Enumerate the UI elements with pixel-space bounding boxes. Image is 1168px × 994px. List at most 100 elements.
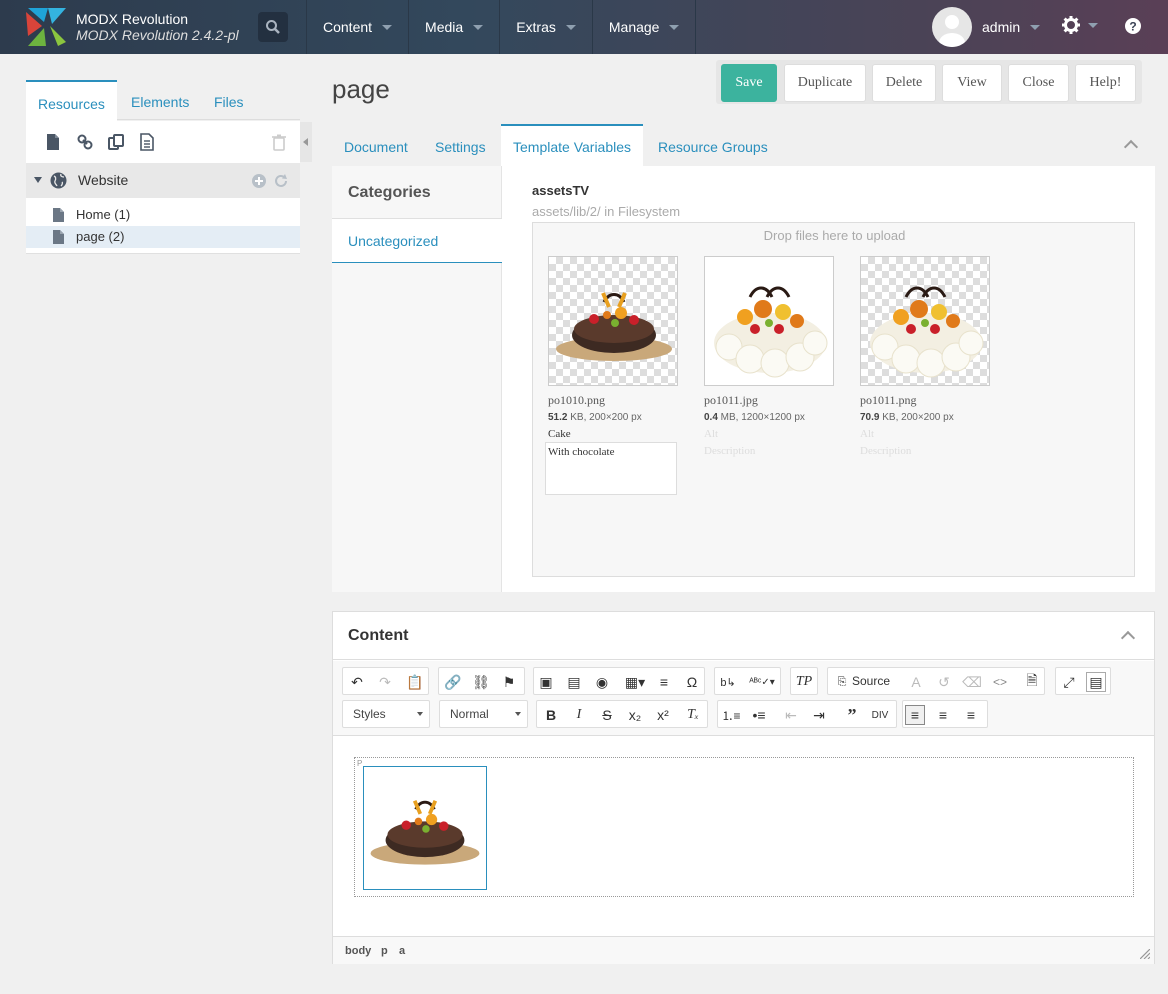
delete-button[interactable]: Delete	[872, 64, 936, 102]
tab-template-variables[interactable]: Template Variables	[501, 124, 644, 166]
tab-settings[interactable]: Settings	[423, 124, 498, 166]
align-right-icon[interactable]: ≡	[961, 705, 981, 725]
link-icon[interactable]: 🔗	[443, 672, 463, 692]
div-container-icon[interactable]: DIV	[870, 705, 890, 725]
numbered-list-icon[interactable]: ⒈≡	[721, 705, 741, 725]
symlink-icon[interactable]	[107, 133, 125, 151]
file-dropzone[interactable]: Drop files here to upload po1010.png 51.…	[532, 222, 1135, 577]
horizontal-rule-icon[interactable]: ≡	[654, 672, 674, 692]
bold-icon[interactable]: B	[541, 705, 561, 725]
tab-elements[interactable]: Elements	[119, 80, 201, 121]
path-body[interactable]: body	[345, 945, 371, 957]
username: admin	[982, 19, 1021, 35]
file-meta: 70.9 KB, 200×200 px	[860, 412, 954, 423]
typography-icon[interactable]: TP	[794, 672, 814, 692]
modx-logo-icon[interactable]	[24, 6, 68, 48]
special-char-icon[interactable]: Ω	[682, 672, 702, 692]
file-thumbnail[interactable]	[860, 256, 990, 386]
remove-format-icon[interactable]: Tₓ	[683, 705, 703, 725]
description-input[interactable]: Description	[704, 445, 755, 457]
tab-document[interactable]: Document	[332, 124, 420, 166]
user-menu[interactable]: admin	[932, 7, 1041, 47]
close-button[interactable]: Close	[1008, 64, 1069, 102]
category-uncategorized[interactable]: Uncategorized	[332, 219, 502, 263]
editor-body[interactable]: P	[354, 757, 1134, 897]
nav-label: Manage	[608, 19, 660, 35]
tab-files[interactable]: Files	[202, 80, 256, 121]
tree-node-website[interactable]: Website	[26, 163, 300, 198]
nav-extras[interactable]: Extras	[499, 0, 592, 54]
maximize-icon[interactable]: ⤢	[1059, 672, 1079, 692]
collapse-sidebar-handle[interactable]	[300, 122, 312, 162]
anchor-flag-icon[interactable]: ⚑	[499, 672, 519, 692]
help-button[interactable]: ?	[1124, 17, 1142, 38]
path-p[interactable]: p	[381, 945, 388, 957]
duplicate-button[interactable]: Duplicate	[784, 64, 866, 102]
source-icon[interactable]: ⎘	[832, 672, 852, 692]
collapse-content-chevron-icon[interactable]	[1120, 630, 1136, 646]
file-thumbnail[interactable]	[548, 256, 678, 386]
tree-node-home[interactable]: Home (1)	[26, 204, 300, 226]
tab-resource-groups[interactable]: Resource Groups	[646, 124, 780, 166]
add-circle-icon[interactable]	[252, 174, 266, 188]
description-input[interactable]: Description	[860, 445, 911, 457]
bulleted-list-icon[interactable]: •≡	[749, 705, 769, 725]
content-editor-panel: Content ↶ ↷ 📋 🔗 ⛓ ⚑ ▣ ▤ ◉ ▦▾ ≡ Ω b↳ ᴬᴮᶜ✓…	[332, 611, 1155, 964]
compass-icon[interactable]: ◉	[592, 672, 612, 692]
help-page-button[interactable]: Help!	[1075, 64, 1136, 102]
source-label[interactable]: Source	[852, 674, 890, 688]
italic-icon[interactable]: I	[569, 705, 589, 725]
brand: MODX Revolution MODX Revolution 2.4.2-pl	[76, 11, 239, 43]
show-blocks-icon[interactable]: ▤	[1086, 672, 1106, 692]
strikethrough-icon[interactable]: S	[597, 705, 617, 725]
embedded-image[interactable]	[363, 766, 487, 890]
outdent-icon[interactable]: ⇤	[781, 705, 801, 725]
alt-input[interactable]: Alt	[704, 428, 718, 440]
alt-input[interactable]: Cake	[548, 428, 571, 440]
save-button[interactable]: Save	[721, 64, 777, 102]
styles-select[interactable]: Styles	[342, 700, 430, 728]
weblink-icon[interactable]	[76, 133, 94, 151]
format-select[interactable]: Normal	[439, 700, 528, 728]
tree-node-page[interactable]: page (2)	[26, 226, 300, 248]
trash-icon[interactable]	[270, 133, 288, 151]
preview-icon[interactable]: 🗎	[1022, 672, 1042, 692]
toolbar-group-align: ≡ ≡ ≡	[902, 700, 988, 728]
image-icon[interactable]: ▣	[536, 672, 556, 692]
nav-media[interactable]: Media	[408, 0, 499, 54]
align-center-icon[interactable]: ≡	[933, 705, 953, 725]
redo-icon[interactable]: ↷	[375, 672, 395, 692]
paste-text-icon[interactable]: A	[906, 672, 926, 692]
find-replace-icon[interactable]: b↳	[718, 672, 738, 692]
clean-icon[interactable]: ⌫	[962, 672, 982, 692]
static-resource-icon[interactable]	[138, 133, 156, 151]
view-button[interactable]: View	[942, 64, 1002, 102]
undo-alt-icon[interactable]: ↺	[934, 672, 954, 692]
blockquote-icon[interactable]: ”	[842, 705, 862, 725]
expand-arrow-icon[interactable]	[34, 177, 42, 183]
indent-icon[interactable]: ⇥	[809, 705, 829, 725]
collapse-tabs-chevron-icon[interactable]	[1123, 139, 1139, 155]
refresh-icon[interactable]	[274, 174, 288, 188]
align-left-icon[interactable]: ≡	[905, 705, 925, 725]
table-icon[interactable]: ▦▾	[622, 672, 648, 692]
unlink-icon[interactable]: ⛓	[471, 672, 491, 692]
media-icon[interactable]: ▤	[564, 672, 584, 692]
spellcheck-icon[interactable]: ᴬᴮᶜ✓▾	[748, 672, 776, 692]
tab-resources[interactable]: Resources	[26, 80, 117, 121]
alt-input[interactable]: Alt	[860, 428, 874, 440]
nav-manage[interactable]: Manage	[591, 0, 697, 54]
undo-icon[interactable]: ↶	[347, 672, 367, 692]
new-document-icon[interactable]	[44, 133, 62, 151]
code-icon[interactable]: <>	[990, 672, 1010, 692]
file-thumbnail[interactable]	[704, 256, 834, 386]
subscript-icon[interactable]: x₂	[625, 705, 645, 725]
path-a[interactable]: a	[399, 945, 405, 957]
search-button[interactable]	[258, 12, 288, 42]
superscript-icon[interactable]: x²	[653, 705, 673, 725]
paste-icon[interactable]: 📋	[405, 672, 425, 692]
nav-content[interactable]: Content	[306, 0, 408, 54]
settings-menu[interactable]	[1062, 16, 1098, 34]
description-input[interactable]: With chocolate	[545, 442, 677, 495]
resize-grip-icon[interactable]	[1140, 949, 1150, 959]
